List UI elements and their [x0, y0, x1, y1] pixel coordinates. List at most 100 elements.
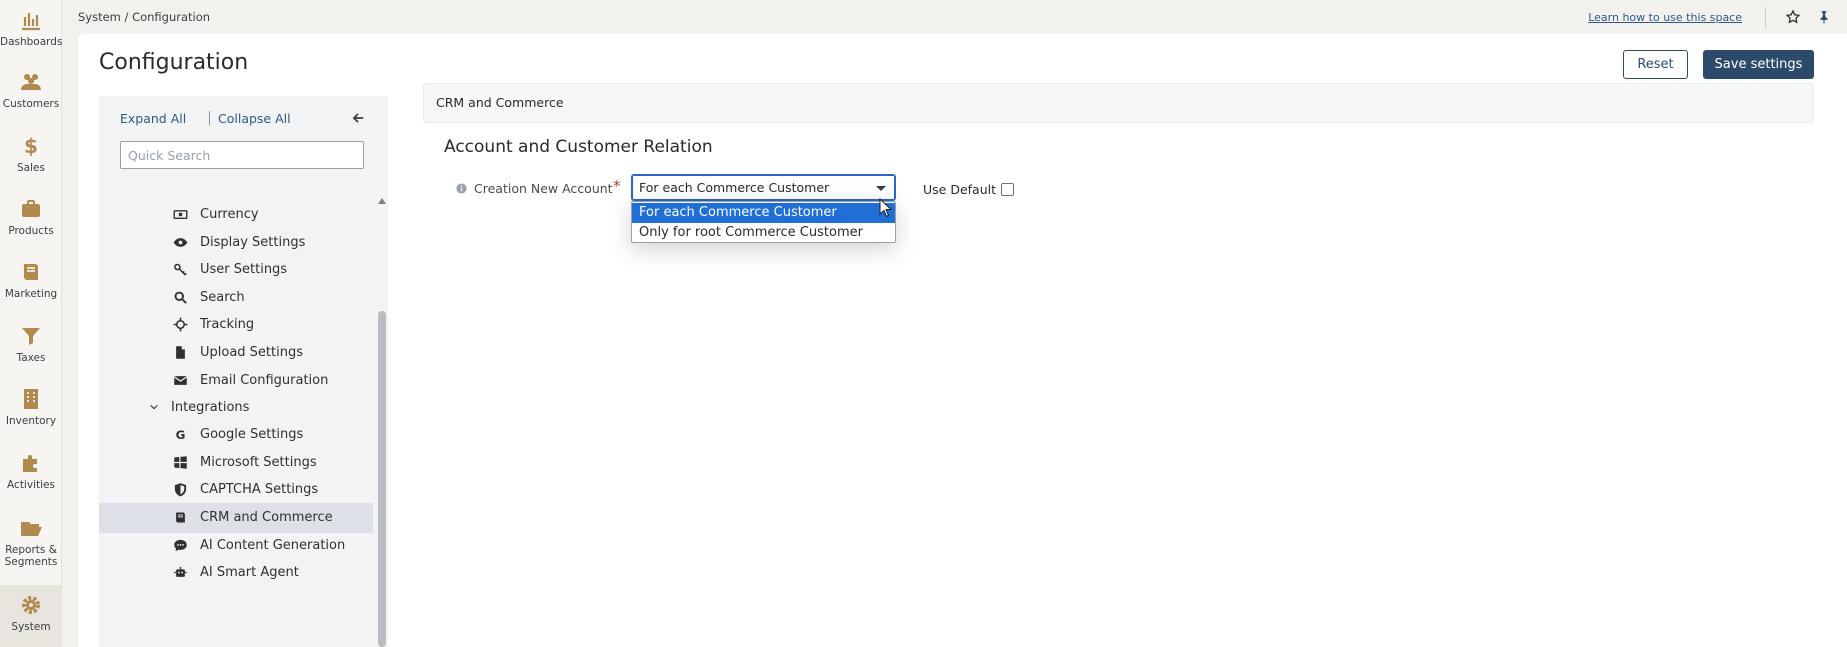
tree-item-label: AI Smart Agent — [200, 565, 299, 580]
caret-down-icon — [876, 186, 886, 191]
main-content: Configuration Reset Save settings Expand… — [78, 34, 1847, 647]
tree-item-microsoft-settings[interactable]: Microsoft Settings — [99, 448, 373, 478]
arrow-left-icon[interactable] — [351, 111, 365, 125]
required-mark: * — [613, 177, 621, 195]
tree-item-label: Display Settings — [200, 235, 306, 250]
creation-new-account-label: Creation New Account — [474, 181, 613, 196]
use-default-checkbox[interactable] — [1001, 183, 1014, 196]
gear-icon — [22, 596, 40, 614]
chat-icon — [174, 539, 187, 552]
nav-taxes[interactable]: Taxes — [0, 324, 62, 366]
tree-scrollbar[interactable] — [375, 194, 388, 647]
tree-item-label: Google Settings — [200, 427, 304, 442]
save-settings-button[interactable]: Save settings — [1703, 50, 1814, 79]
tree-item-label: Upload Settings — [200, 345, 304, 360]
tree-item-label: Search — [200, 290, 245, 305]
nav-label: System — [11, 621, 51, 633]
nav-label: Dashboards — [0, 36, 63, 48]
funnel-icon — [22, 328, 40, 345]
tree-item-display-settings[interactable]: Display Settings — [99, 228, 373, 258]
nav-reports[interactable]: Reports & Segments — [0, 516, 62, 568]
search-icon — [174, 291, 187, 304]
select-value: For each Commerce Customer — [639, 180, 830, 195]
learn-how-link[interactable]: Learn how to use this space — [1588, 11, 1742, 24]
nav-marketing[interactable]: Marketing — [0, 260, 62, 302]
tree-item-google-settings[interactable]: G Google Settings — [99, 420, 373, 450]
book-icon — [176, 512, 185, 523]
tree-item-user-settings[interactable]: User Settings — [99, 255, 373, 285]
envelope-icon — [173, 376, 188, 385]
tree-item-search[interactable]: Search — [99, 283, 373, 313]
tree-item-upload-settings[interactable]: Upload Settings — [99, 338, 373, 368]
key-icon — [174, 263, 187, 276]
scroll-up-arrow[interactable] — [378, 198, 386, 204]
shield-icon — [174, 483, 187, 497]
nav-label: Customers — [2, 98, 60, 110]
tree-item-crm-and-commerce[interactable]: CRM and Commerce — [99, 503, 373, 533]
briefcase-icon — [22, 200, 40, 217]
quick-search-input[interactable] — [120, 141, 364, 169]
dollar-icon: $ — [24, 134, 38, 158]
nav-dashboards[interactable]: Dashboards — [0, 8, 62, 50]
eye-icon — [173, 238, 188, 247]
robot-icon — [174, 566, 187, 577]
pin-icon[interactable] — [1817, 9, 1831, 25]
nav-customers[interactable]: Customers — [0, 70, 62, 112]
tree-item-captcha-settings[interactable]: CAPTCHA Settings — [99, 475, 373, 505]
nav-activities[interactable]: Activities — [0, 451, 62, 493]
tree-group-integrations[interactable]: Integrations — [99, 393, 373, 423]
bar-chart-icon — [22, 13, 40, 31]
fieldset-title: Account and Customer Relation — [444, 137, 713, 157]
section-title: CRM and Commerce — [436, 95, 564, 110]
info-icon[interactable] — [456, 183, 467, 194]
nav-inventory[interactable]: Inventory — [0, 387, 62, 429]
windows-icon — [174, 456, 187, 469]
use-default-label: Use Default — [923, 182, 996, 197]
option-only-for-root-commerce-customer[interactable]: Only for root Commerce Customer — [632, 223, 895, 243]
book-icon — [24, 264, 38, 280]
main-nav-rail: Dashboards Customers $ Sales Products Ma… — [0, 0, 62, 647]
nav-label: Products — [8, 225, 54, 237]
nav-label: Inventory — [5, 415, 57, 427]
breadcrumb: System / Configuration — [78, 10, 211, 24]
top-bar: System / Configuration Learn how to use … — [62, 0, 1847, 34]
svg-text:G: G — [176, 428, 186, 442]
select-options-dropdown: For each Commerce Customer Only for root… — [631, 201, 896, 243]
collapse-all-link[interactable]: Collapse All — [218, 111, 291, 126]
option-for-each-commerce-customer[interactable]: For each Commerce Customer — [632, 203, 895, 223]
nav-system[interactable]: System — [0, 585, 62, 647]
star-icon[interactable] — [1785, 9, 1801, 25]
puzzle-icon — [23, 455, 37, 472]
scroll-thumb[interactable] — [378, 311, 386, 647]
tree-item-label: Tracking — [200, 317, 255, 332]
creation-new-account-select[interactable]: For each Commerce Customer — [631, 174, 896, 201]
tree-item-tracking[interactable]: Tracking — [99, 310, 373, 340]
page-title: Configuration — [99, 50, 249, 75]
tree-item-label: Microsoft Settings — [200, 455, 317, 470]
tree-item-email-configuration[interactable]: Email Configuration — [99, 366, 373, 396]
file-icon — [176, 346, 185, 359]
nav-label: Reports & Segments — [4, 544, 58, 568]
tree-toolbar: Expand All Collapse All — [99, 96, 388, 194]
nav-label: Marketing — [4, 288, 58, 300]
users-icon — [21, 74, 41, 90]
config-tree: Currency Display Settings User Settings … — [99, 194, 373, 647]
nav-label: Sales — [17, 162, 45, 174]
tree-item-label: User Settings — [200, 262, 288, 277]
section-header: CRM and Commerce — [423, 83, 1814, 123]
tree-group-label: Integrations — [171, 400, 250, 415]
expand-all-link[interactable]: Expand All — [120, 111, 186, 126]
tree-item-ai-smart-agent[interactable]: AI Smart Agent — [99, 558, 373, 588]
tree-item-ai-content-generation[interactable]: AI Content Generation — [99, 531, 373, 561]
nav-label: Taxes — [16, 352, 46, 364]
nav-products[interactable]: Products — [0, 197, 62, 239]
mouse-cursor-icon — [879, 198, 893, 218]
crosshair-icon — [173, 317, 188, 332]
tree-item-label: CRM and Commerce — [200, 510, 333, 525]
divider — [209, 111, 210, 125]
google-icon: G — [176, 428, 186, 442]
chevron-down-icon — [150, 404, 158, 410]
reset-button[interactable]: Reset — [1623, 50, 1688, 79]
nav-sales[interactable]: $ Sales — [0, 134, 62, 176]
tree-item-currency[interactable]: Currency — [99, 200, 373, 230]
